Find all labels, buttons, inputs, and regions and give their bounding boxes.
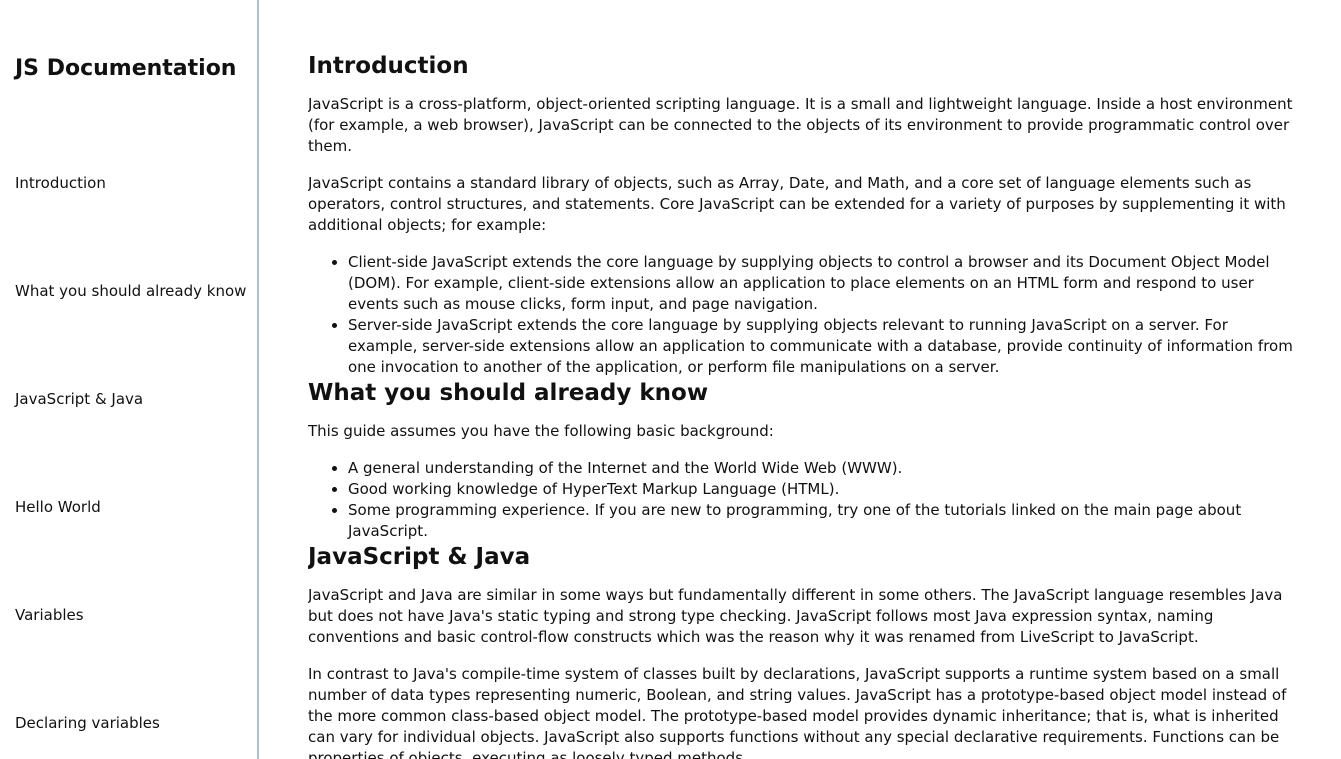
nav-link-javascript-and-java[interactable]: JavaScript & Java [15, 390, 143, 408]
paragraph: JavaScript and Java are similar in some … [308, 586, 1283, 646]
list-item: Server-side JavaScript extends the core … [348, 315, 1293, 378]
section-heading: JavaScript & Java [308, 544, 531, 570]
paragraph: JavaScript contains a standard library o… [308, 174, 1286, 234]
nav-title: JS Documentation [15, 56, 237, 81]
section-heading: Introduction [308, 53, 469, 79]
section-javascript-and-java: JavaScript & Java JavaScript and Java ar… [308, 543, 1293, 759]
paragraph: This guide assumes you have the followin… [308, 422, 774, 440]
nav-link-variables[interactable]: Variables [15, 606, 84, 624]
nav-link-declaring-variables[interactable]: Declaring variables [15, 714, 160, 732]
list-item: Some programming experience. If you are … [348, 500, 1293, 542]
main-doc: Introduction JavaScript is a cross-platf… [308, 0, 1298, 759]
nav-link-introduction[interactable]: Introduction [15, 174, 106, 192]
list-item: Good working knowledge of HyperText Mark… [348, 479, 1293, 500]
sidebar-nav: JS Documentation Introduction What you s… [0, 0, 259, 759]
section-what-you-should-already-know: What you should already know This guide … [308, 379, 1293, 552]
bullet-list: A general understanding of the Internet … [308, 458, 1293, 542]
bullet-list: Client-side JavaScript extends the core … [308, 252, 1293, 378]
section-introduction: Introduction JavaScript is a cross-platf… [308, 52, 1293, 388]
section-heading: What you should already know [308, 380, 709, 406]
nav-link-hello-world[interactable]: Hello World [15, 498, 101, 516]
paragraph: In contrast to Java's compile-time syste… [308, 665, 1287, 759]
nav-link-what-you-should-already-know[interactable]: What you should already know [15, 282, 246, 300]
list-item: A general understanding of the Internet … [348, 458, 1293, 479]
paragraph: JavaScript is a cross-platform, object-o… [308, 95, 1293, 155]
list-item: Client-side JavaScript extends the core … [348, 252, 1293, 315]
